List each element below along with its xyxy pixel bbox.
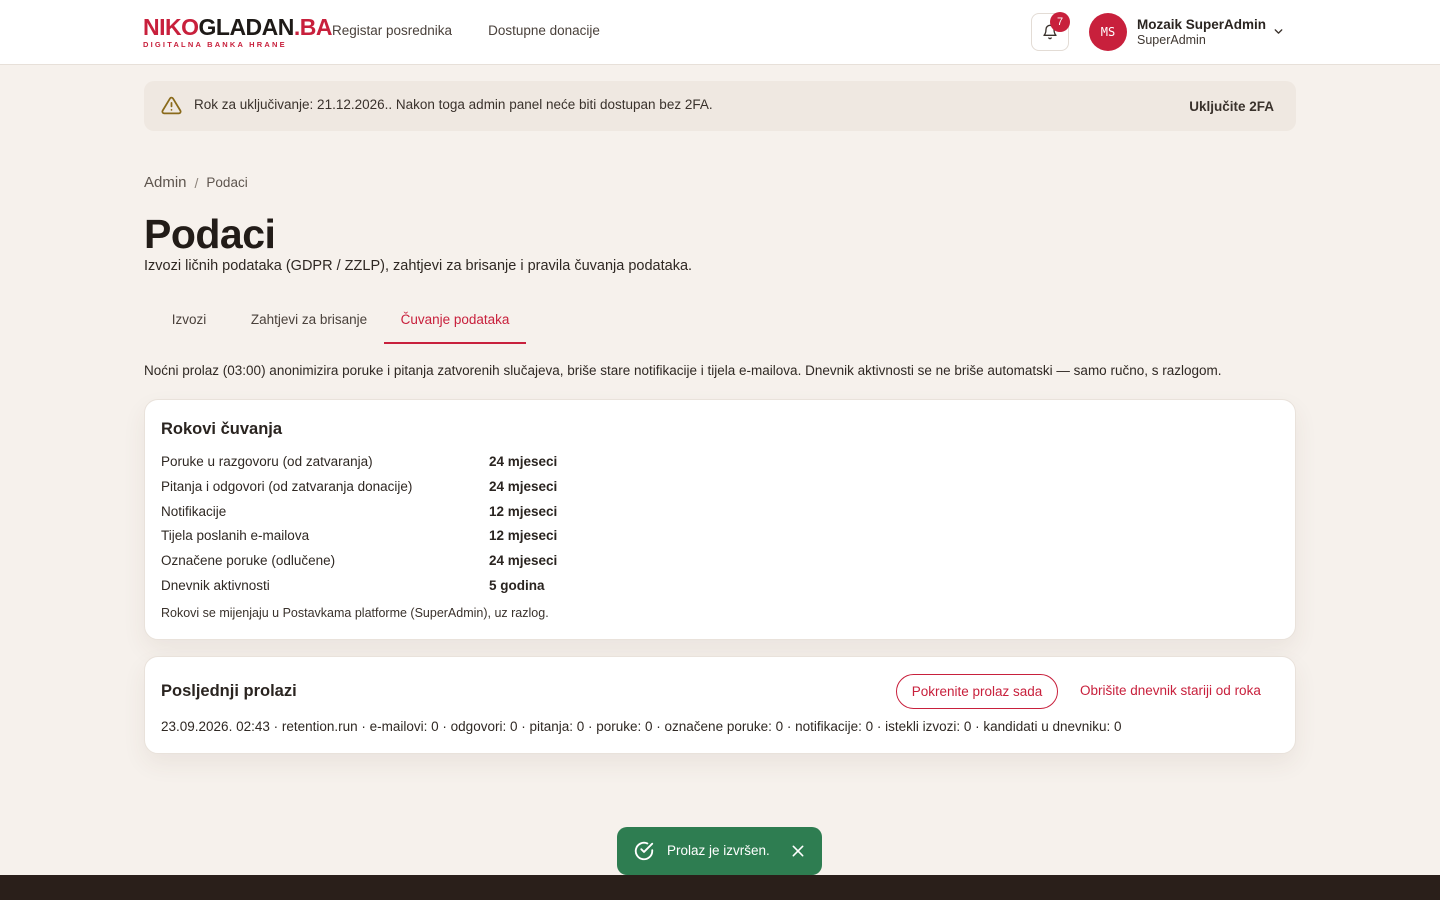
retention-value: 12 mjeseci [489,528,558,543]
chevron-down-icon[interactable] [1272,25,1285,38]
nav-registar-posrednika[interactable]: Registar posrednika [332,23,452,38]
retention-label: Notifikacije [161,504,227,519]
retention-value: 24 mjeseci [489,479,558,494]
retention-value: 24 mjeseci [489,454,558,469]
logo-wordmark: NIKOGLADAN.BA [143,14,333,40]
tab-zahtjevi-za-brisanje[interactable]: Zahtjevi za brisanje [234,300,384,344]
close-icon[interactable] [790,843,806,859]
retention-label: Tijela poslanih e-mailova [161,528,310,543]
page-title: Podaci [144,211,276,257]
banner-text: Rok za uključivanje: 21.12.2026.. Nakon … [194,97,713,112]
breadcrumb-admin[interactable]: Admin [144,174,187,191]
breadcrumb-current: Podaci [206,175,248,190]
retention-label: Pitanja i odgovori (od zatvaranja donaci… [161,479,413,494]
toast-message: Prolaz je izvršen. [667,843,770,858]
notifications-badge: 7 [1050,12,1070,32]
user-role: SuperAdmin [1137,33,1206,47]
tabs: Izvozi Zahtjevi za brisanje Čuvanje poda… [144,300,526,344]
user-name[interactable]: Mozaik SuperAdmin [1137,17,1266,32]
retention-value: 12 mjeseci [489,504,558,519]
retention-info-text: Noćni prolaz (03:00) anonimizira poruke … [144,363,1222,378]
breadcrumb: Admin / Podaci [144,174,248,191]
retention-label: Poruke u razgovoru (od zatvaranja) [161,454,373,469]
avatar[interactable]: MS [1089,13,1127,51]
warning-icon [161,96,182,115]
main-nav: Registar posrednika Dostupne donacije [332,23,600,38]
retention-card: Rokovi čuvanja Poruke u razgovoru (od za… [144,399,1296,640]
2fa-warning-banner: Rok za uključivanje: 21.12.2026.. Nakon … [144,81,1296,131]
tab-cuvanje-podataka[interactable]: Čuvanje podataka [384,300,526,344]
last-runs-card: Posljednji prolazi Pokrenite prolaz sada… [144,656,1296,754]
success-toast: Prolaz je izvršen. [617,827,822,875]
page-subtitle: Izvozi ličnih podataka (GDPR / ZZLP), za… [144,258,693,274]
run-now-button[interactable]: Pokrenite prolaz sada [896,674,1058,709]
breadcrumb-separator: / [194,174,199,191]
retention-note: Rokovi se mijenjaju u Postavkama platfor… [161,606,549,620]
tab-izvozi[interactable]: Izvozi [144,300,234,344]
last-runs-title: Posljednji prolazi [161,682,297,700]
retention-title: Rokovi čuvanja [161,420,283,438]
footer [0,875,1440,900]
retention-label: Dnevnik aktivnosti [161,578,270,593]
last-run-summary: 23.09.2026. 02:43 · retention.run · e-ma… [161,719,1122,734]
check-circle-icon [634,841,654,861]
retention-value: 5 godina [489,578,545,593]
logo-tagline: DIGITALNA BANKA HRANE [143,40,287,49]
retention-label: Označene poruke (odlučene) [161,553,336,568]
logo[interactable]: NIKOGLADAN.BA DIGITALNA BANKA HRANE [143,14,333,49]
delete-old-log-button[interactable]: Obrišite dnevnik stariji od roka [1080,683,1261,698]
top-bar: NIKOGLADAN.BA DIGITALNA BANKA HRANE Regi… [0,0,1440,65]
nav-dostupne-donacije[interactable]: Dostupne donacije [488,23,600,38]
retention-value: 24 mjeseci [489,553,558,568]
enable-2fa-link[interactable]: Uključite 2FA [1189,99,1274,114]
